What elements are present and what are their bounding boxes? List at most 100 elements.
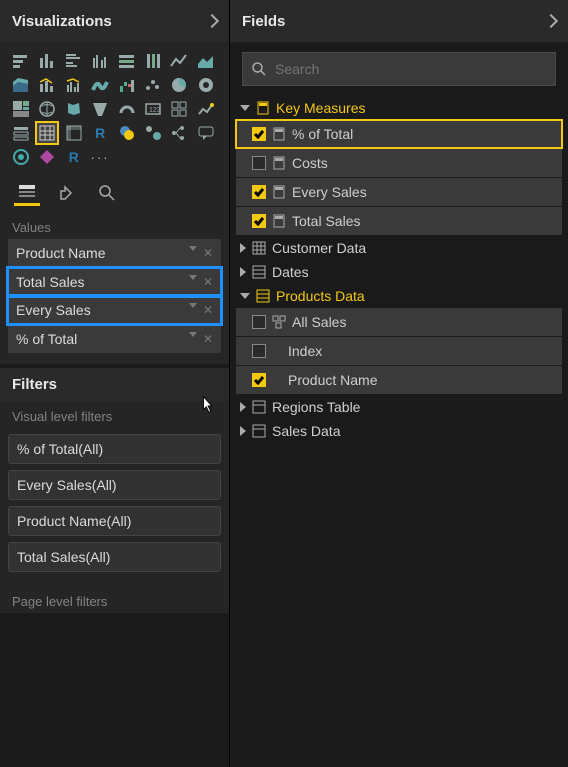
dropdown-icon[interactable] — [189, 246, 197, 251]
stacked-column-icon[interactable] — [36, 50, 58, 72]
dropdown-icon[interactable] — [189, 332, 197, 337]
table-sales-data[interactable]: Sales Data — [236, 419, 562, 443]
mode-tabs — [0, 174, 229, 212]
field-total-sales[interactable]: Total Sales — [236, 207, 562, 235]
ribbon-icon[interactable] — [89, 74, 111, 96]
decomposition-icon[interactable] — [168, 122, 190, 144]
arcgis-icon[interactable] — [10, 146, 32, 168]
multi-card-icon[interactable] — [168, 98, 190, 120]
table-dates[interactable]: Dates — [236, 260, 562, 284]
remove-icon[interactable]: ✕ — [203, 303, 213, 317]
gauge-icon[interactable] — [116, 98, 138, 120]
table-icon — [256, 289, 270, 303]
map-icon[interactable] — [36, 98, 58, 120]
search-box[interactable] — [242, 52, 556, 86]
field-all-sales[interactable]: All Sales — [236, 308, 562, 336]
r-script-icon[interactable]: R — [63, 146, 85, 168]
checkbox-on-icon[interactable] — [252, 214, 266, 228]
hundred-column-icon[interactable] — [142, 50, 164, 72]
filter-every-sales[interactable]: Every Sales(All) — [8, 470, 221, 500]
hundred-bar-icon[interactable] — [116, 50, 138, 72]
pie-icon[interactable] — [168, 74, 190, 96]
field-index[interactable]: Index — [236, 337, 562, 365]
line-column-icon[interactable] — [36, 74, 58, 96]
checkbox-on-icon[interactable] — [252, 185, 266, 199]
line-cluster-icon[interactable] — [63, 74, 85, 96]
table-customer-data[interactable]: Customer Data — [236, 236, 562, 260]
checkbox-off-icon[interactable] — [252, 344, 266, 358]
well-item-label: Every Sales — [16, 302, 91, 318]
well-item-label: Product Name — [16, 245, 105, 261]
stacked-bar-icon[interactable] — [10, 50, 32, 72]
table-label: Products Data — [276, 288, 365, 304]
waterfall-icon[interactable] — [116, 74, 138, 96]
py-visual-icon[interactable] — [116, 122, 138, 144]
field-label: Index — [288, 343, 322, 359]
qa-icon[interactable] — [195, 122, 217, 144]
filled-map-icon[interactable] — [63, 98, 85, 120]
chevron-right-icon[interactable] — [205, 14, 219, 28]
clustered-column-icon[interactable] — [89, 50, 111, 72]
more-visuals-icon[interactable]: ··· — [89, 146, 111, 168]
table-label: Customer Data — [272, 240, 366, 256]
triangle-right-icon — [240, 426, 246, 436]
clustered-bar-icon[interactable] — [63, 50, 85, 72]
powerapps-icon[interactable] — [36, 146, 58, 168]
format-mode-tab[interactable] — [54, 180, 80, 206]
well-controls: ✕ — [189, 246, 213, 260]
well-total-sales[interactable]: Total Sales ✕ — [8, 268, 221, 296]
table-key-measures[interactable]: Key Measures — [236, 96, 562, 120]
remove-icon[interactable]: ✕ — [203, 332, 213, 346]
checkbox-off-icon[interactable] — [252, 156, 266, 170]
stacked-area-icon[interactable] — [10, 74, 32, 96]
viz-gallery: 123 R R ··· — [0, 42, 229, 174]
donut-icon[interactable] — [195, 74, 217, 96]
well-every-sales[interactable]: Every Sales ✕ — [8, 296, 221, 324]
field-costs[interactable]: Costs — [236, 149, 562, 177]
slicer-icon[interactable] — [10, 122, 32, 144]
measure-icon — [272, 127, 286, 141]
matrix-icon[interactable] — [63, 122, 85, 144]
field-label: Product Name — [288, 372, 377, 388]
table-icon — [252, 400, 266, 414]
table-label: Dates — [272, 264, 309, 280]
table-products-data[interactable]: Products Data — [236, 284, 562, 308]
remove-icon[interactable]: ✕ — [203, 246, 213, 260]
funnel-icon[interactable] — [89, 98, 111, 120]
well-controls: ✕ — [189, 275, 213, 289]
checkbox-on-icon[interactable] — [252, 373, 266, 387]
checkbox-off-icon[interactable] — [252, 315, 266, 329]
fields-tree: Key Measures % of Total Costs Every Sale… — [230, 96, 568, 767]
field-percent-total[interactable]: % of Total — [236, 120, 562, 148]
filter-total-sales[interactable]: Total Sales(All) — [8, 542, 221, 572]
field-every-sales[interactable]: Every Sales — [236, 178, 562, 206]
r-visual-icon[interactable]: R — [89, 122, 111, 144]
well-item-label: Total Sales — [16, 274, 84, 290]
well-percent-total[interactable]: % of Total ✕ — [8, 325, 221, 353]
fields-title: Fields — [242, 13, 285, 30]
table-viz-icon[interactable] — [36, 122, 58, 144]
analytics-mode-tab[interactable] — [94, 180, 120, 206]
dropdown-icon[interactable] — [189, 303, 197, 308]
key-influencers-icon[interactable] — [142, 122, 164, 144]
search-input[interactable] — [275, 61, 547, 77]
field-label: Every Sales — [292, 184, 367, 200]
filter-product-name[interactable]: Product Name(All) — [8, 506, 221, 536]
remove-icon[interactable]: ✕ — [203, 275, 213, 289]
checkbox-on-icon[interactable] — [252, 127, 266, 141]
line-chart-icon[interactable] — [168, 50, 190, 72]
field-product-name[interactable]: Product Name — [236, 366, 562, 394]
filters-header: Filters — [0, 368, 229, 401]
area-chart-icon[interactable] — [195, 50, 217, 72]
dropdown-icon[interactable] — [189, 275, 197, 280]
chevron-right-icon[interactable] — [544, 14, 558, 28]
scatter-icon[interactable] — [142, 74, 164, 96]
kpi-icon[interactable] — [195, 98, 217, 120]
visual-filters-list: % of Total(All) Every Sales(All) Product… — [0, 428, 229, 586]
treemap-icon[interactable] — [10, 98, 32, 120]
card-icon[interactable]: 123 — [142, 98, 164, 120]
table-regions[interactable]: Regions Table — [236, 395, 562, 419]
well-product-name[interactable]: Product Name ✕ — [8, 239, 221, 267]
filter-percent-total[interactable]: % of Total(All) — [8, 434, 221, 464]
fields-mode-tab[interactable] — [14, 180, 40, 206]
